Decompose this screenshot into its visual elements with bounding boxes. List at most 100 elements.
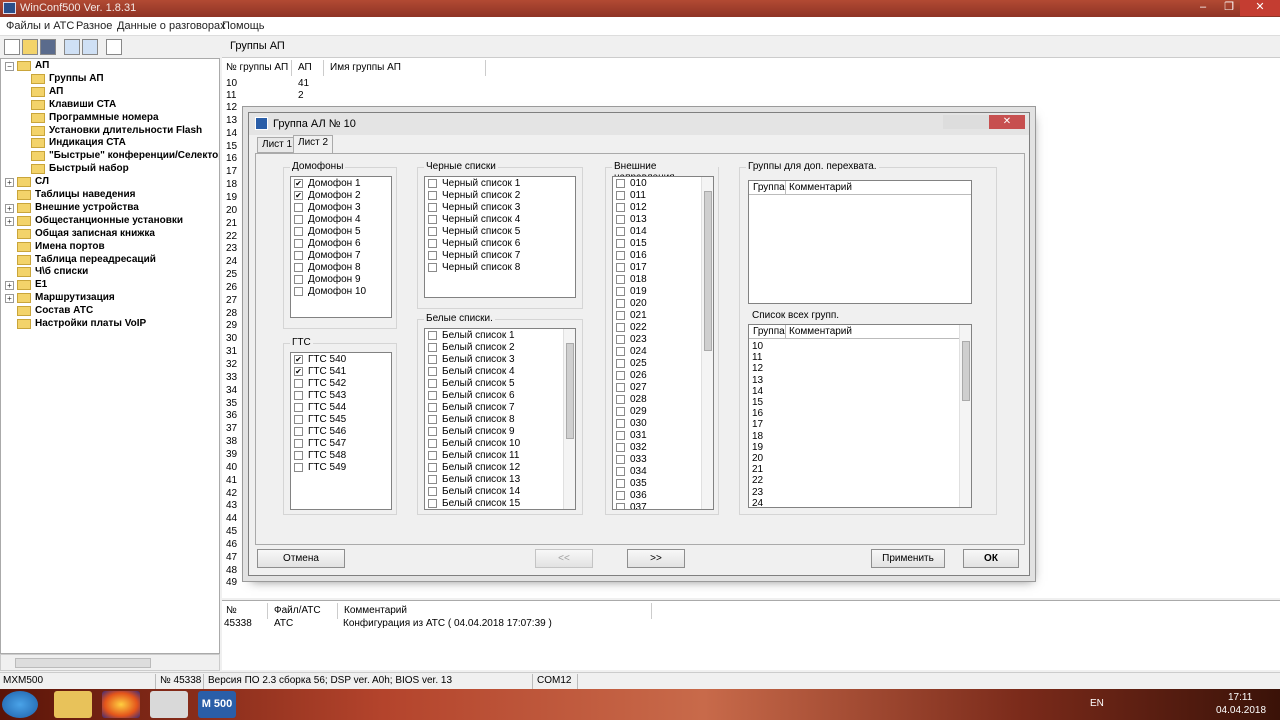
checkbox[interactable] [616,275,625,284]
firefox-icon[interactable] [102,691,140,718]
row-number[interactable]: 40 [226,462,237,473]
checkbox[interactable] [616,467,625,476]
start-button[interactable] [2,691,38,718]
checkbox[interactable] [428,191,437,200]
row-number[interactable]: 13 [226,115,237,126]
checkbox[interactable] [616,287,625,296]
checkbox[interactable]: ✔ [294,191,303,200]
all-groups-col-comment[interactable]: Комментарий [789,326,852,337]
checkbox[interactable] [616,359,625,368]
row-number[interactable]: 43 [226,500,237,511]
checkbox[interactable] [294,415,303,424]
all-groups-col-group[interactable]: Группа [753,326,785,337]
expand-icon[interactable]: + [5,178,14,188]
expand-icon[interactable]: + [5,216,14,226]
all-groups-row[interactable]: 10 [752,341,763,352]
log-col-comment[interactable]: Комментарий [340,603,652,619]
checkbox[interactable] [616,311,625,320]
whitelist-scrollbar[interactable] [563,329,575,509]
checkbox[interactable] [428,439,437,448]
external-directions-list[interactable]: 037 036 035 034 033 032 031 030 029 028 027 026 025 0… [612,176,714,510]
row-number[interactable]: 22 [226,231,237,242]
checkbox[interactable] [428,343,437,352]
row-number[interactable]: 10 [226,78,237,89]
row-number[interactable]: 39 [226,449,237,460]
winconf-icon[interactable]: M 500 [198,691,236,718]
row-number[interactable]: 35 [226,398,237,409]
checkbox[interactable] [616,299,625,308]
checkbox[interactable] [616,371,625,380]
checkbox[interactable]: ✔ [294,367,303,376]
checkbox[interactable] [428,179,437,188]
checkbox[interactable] [428,499,437,508]
expand-icon[interactable]: + [5,203,14,213]
checkbox[interactable] [428,427,437,436]
collapse-icon[interactable]: − [5,62,14,71]
checkbox[interactable] [428,227,437,236]
checkbox[interactable] [616,395,625,404]
intercept-col-group[interactable]: Группа [753,182,785,193]
tree-item[interactable]: АП [31,86,217,99]
checkbox[interactable] [294,451,303,460]
row-number[interactable]: 45 [226,526,237,537]
dialog-maximize-button[interactable] [967,115,989,129]
checkbox[interactable] [294,251,303,260]
all-groups-list[interactable]: Группа Комментарий 10 11 12 13 14 15 16 17 18 19 2… [748,324,972,508]
checkbox[interactable] [428,263,437,272]
tree-item[interactable]: "Быстрые" конференции/Селектор [31,150,219,163]
all-groups-row[interactable]: 13 [752,375,763,386]
checkbox[interactable] [294,263,303,272]
checkbox[interactable] [428,203,437,212]
checkbox[interactable] [294,203,303,212]
all-groups-row[interactable]: 22 [752,475,763,486]
all-groups-row[interactable]: 15 [752,397,763,408]
all-groups-row[interactable]: 24 [752,498,763,507]
clock-time[interactable]: 17:11 [1228,692,1252,703]
tree-item[interactable]: Группы АП [31,73,217,86]
row-number[interactable]: 34 [226,385,237,396]
all-groups-row[interactable]: 19 [752,442,763,453]
all-groups-row[interactable]: 12 [752,363,763,374]
row-number[interactable]: 14 [226,128,237,139]
log-row-number[interactable]: 45338 [224,618,252,629]
row-number[interactable]: 25 [226,269,237,280]
row-number[interactable]: 16 [226,153,237,164]
row-number[interactable]: 47 [226,552,237,563]
expand-icon[interactable]: + [5,294,14,304]
checkbox[interactable] [616,443,625,452]
tree-item[interactable]: Общая записная книжка [5,228,217,241]
checkbox[interactable]: ✔ [294,179,303,188]
checkbox[interactable] [294,239,303,248]
checkbox[interactable] [616,347,625,356]
checkbox[interactable] [428,463,437,472]
col-ap[interactable]: АП [294,60,324,76]
row-number[interactable]: 48 [226,565,237,576]
checkbox[interactable] [616,263,625,272]
all-groups-row[interactable]: 11 [752,352,762,363]
gts-list[interactable]: ГТС 549 ГТС 548 ГТС 547 ГТС 546 ГТС 545 ГТС 5… [290,352,392,510]
row-number[interactable]: 38 [226,436,237,447]
cancel-button[interactable]: Отмена [257,549,345,568]
row-number[interactable]: 37 [226,423,237,434]
row-number[interactable]: 23 [226,243,237,254]
apply-button[interactable]: Применить [871,549,945,568]
checkbox[interactable] [428,403,437,412]
file-explorer-icon[interactable] [54,691,92,718]
checkbox[interactable] [428,451,437,460]
panel-icon[interactable] [106,39,122,55]
checkbox[interactable] [428,215,437,224]
tree-item[interactable]: + Внешние устройства [5,202,217,215]
minimize-button[interactable]: – [1190,0,1216,16]
checkbox[interactable] [616,455,625,464]
all-groups-row[interactable]: 17 [752,419,763,430]
row-number[interactable]: 30 [226,333,237,344]
checkbox[interactable] [616,419,625,428]
row-number[interactable]: 12 [226,102,237,113]
dialog-close-button[interactable]: ✕ [989,115,1025,129]
checkbox[interactable] [428,379,437,388]
tree-item[interactable]: + Е1 [5,279,217,292]
row-ap-value[interactable]: 2 [298,90,304,101]
row-number[interactable]: 27 [226,295,237,306]
checkbox[interactable]: ✔ [294,355,303,364]
row-number[interactable]: 26 [226,282,237,293]
